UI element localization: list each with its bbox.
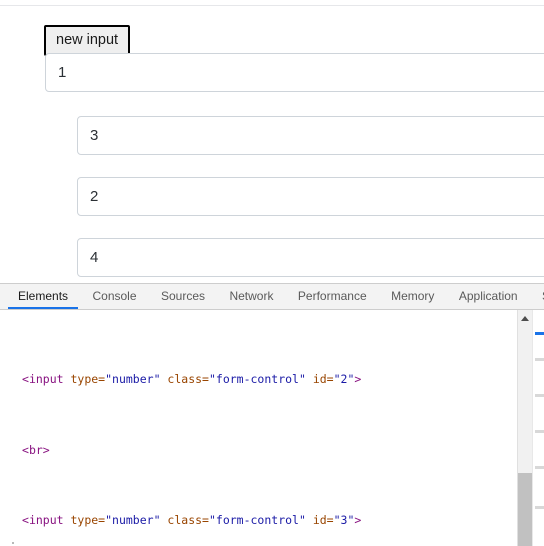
render-artifact-dot	[12, 542, 14, 544]
screenshot-root: new input 1 3 2 4 Elements Console Sourc…	[0, 0, 544, 546]
browser-viewport: new input 1 3 2 4	[0, 0, 544, 283]
overview-mark	[535, 506, 544, 509]
devtools-scrollbar[interactable]	[517, 310, 532, 546]
code-line-input-3[interactable]: <input type="number" class="form-control…	[0, 512, 544, 530]
token-gt: >	[354, 372, 362, 387]
token-val-id-2: "2"	[333, 372, 355, 387]
token-lt: <	[22, 442, 29, 457]
token-val-form-control: "form-control"	[208, 513, 306, 528]
devtools-panel: Elements Console Sources Network Perform…	[0, 283, 544, 546]
devtools-overview-strip[interactable]	[532, 310, 544, 546]
overview-mark	[535, 430, 544, 433]
tab-network[interactable]: Network	[219, 284, 283, 309]
token-val-number: "number"	[105, 372, 161, 387]
token-gt: >	[354, 513, 362, 528]
token-attr-id: id=	[305, 372, 334, 387]
number-input-3[interactable]: 2	[77, 177, 544, 216]
number-input-4[interactable]: 4	[77, 238, 544, 277]
token-gt: >	[42, 442, 50, 457]
number-input-2[interactable]: 3	[77, 116, 544, 155]
tab-elements[interactable]: Elements	[8, 284, 79, 309]
token-attr-type: type=	[63, 513, 106, 528]
tab-sources[interactable]: Sources	[151, 284, 215, 309]
tab-application[interactable]: Application	[449, 284, 528, 309]
overview-mark	[535, 466, 544, 469]
token-attr-class: class=	[160, 513, 209, 528]
tab-security[interactable]: Sec	[532, 284, 544, 309]
token-tag-input: input	[28, 372, 64, 387]
scroll-up-arrow-icon[interactable]	[518, 311, 532, 325]
token-val-id-3: "3"	[333, 513, 355, 528]
token-lt: <	[22, 513, 29, 528]
token-attr-id: id=	[305, 513, 334, 528]
new-input-button[interactable]: new input	[44, 25, 131, 56]
devtools-tab-bar: Elements Console Sources Network Perform…	[0, 284, 544, 310]
overview-mark	[535, 358, 544, 361]
tab-console[interactable]: Console	[82, 284, 146, 309]
code-line-br-1[interactable]: <br>	[0, 442, 544, 460]
code-line-input-2[interactable]: <input type="number" class="form-control…	[0, 371, 544, 389]
token-val-number: "number"	[105, 513, 161, 528]
number-input-1[interactable]: 1	[45, 53, 544, 92]
overview-mark-selected	[535, 332, 544, 335]
tab-performance[interactable]: Performance	[288, 284, 377, 309]
scrollbar-thumb[interactable]	[518, 473, 532, 546]
token-attr-type: type=	[63, 372, 106, 387]
token-tag-br: br	[28, 442, 43, 457]
token-attr-class: class=	[160, 372, 209, 387]
dom-tree-code-view[interactable]: <input type="number" class="form-control…	[0, 310, 544, 546]
token-lt: <	[22, 372, 29, 387]
token-val-form-control: "form-control"	[208, 372, 306, 387]
token-tag-input: input	[28, 513, 64, 528]
overview-mark	[535, 394, 544, 397]
page-top-divider	[0, 5, 544, 6]
tab-memory[interactable]: Memory	[381, 284, 444, 309]
